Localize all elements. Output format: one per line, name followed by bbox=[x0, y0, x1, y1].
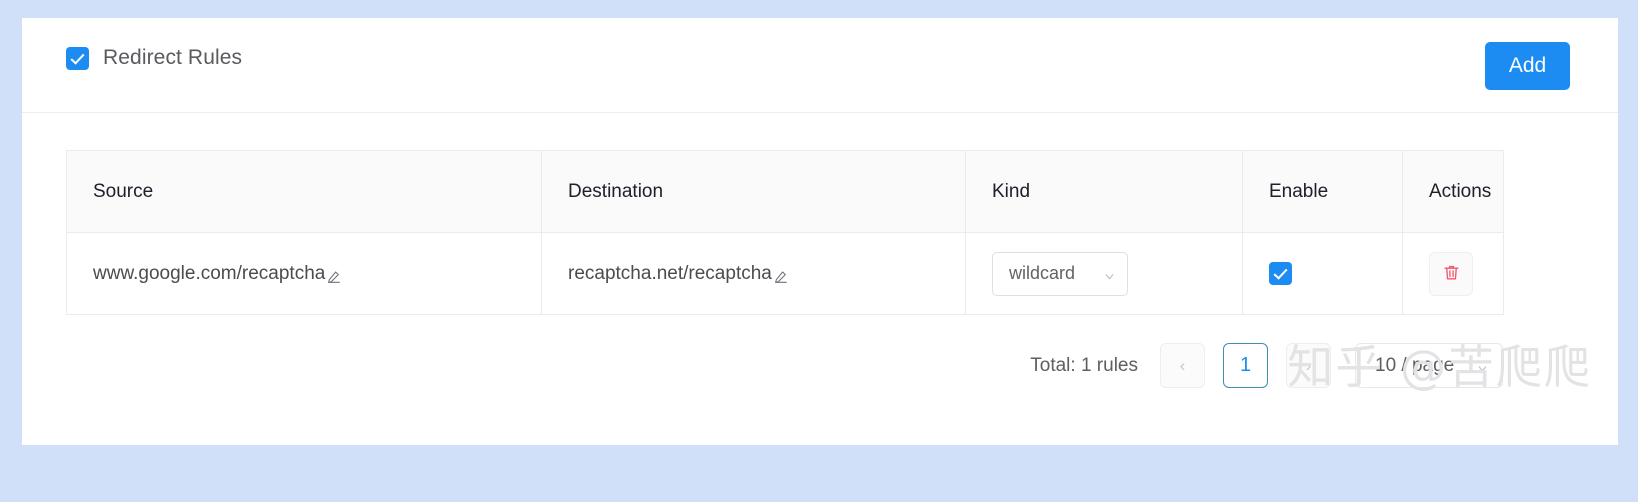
pagination-page-1[interactable]: 1 bbox=[1223, 343, 1268, 388]
page-title: Redirect Rules bbox=[103, 46, 243, 69]
destination-value-group: recaptcha.net/recaptcha bbox=[568, 263, 789, 285]
page-size-select[interactable]: 10 / page bbox=[1355, 343, 1503, 388]
source-value-group: www.google.com/recaptcha bbox=[93, 263, 342, 285]
chevron-down-icon bbox=[1476, 359, 1489, 372]
destination-value: recaptcha.net/recaptcha bbox=[568, 262, 772, 284]
pencil-icon[interactable] bbox=[326, 269, 342, 285]
source-value: www.google.com/recaptcha bbox=[93, 262, 326, 284]
cell-source: www.google.com/recaptcha bbox=[66, 232, 542, 315]
cell-actions bbox=[1402, 232, 1504, 315]
column-header-actions: Actions bbox=[1402, 150, 1504, 233]
column-header-destination: Destination bbox=[541, 150, 966, 233]
pagination-next-button[interactable]: › bbox=[1286, 343, 1331, 388]
row-enable-checkbox[interactable] bbox=[1269, 262, 1292, 285]
rules-table-wrapper: Source Destination Kind Enable Actions w… bbox=[66, 150, 1504, 315]
card-header: Redirect Rules Add bbox=[22, 18, 1618, 113]
cell-enable bbox=[1242, 232, 1403, 315]
pencil-icon[interactable] bbox=[773, 269, 789, 285]
delete-rule-button[interactable] bbox=[1429, 251, 1473, 296]
rules-table: Source Destination Kind Enable Actions w… bbox=[66, 150, 1504, 315]
table-header-row: Source Destination Kind Enable Actions bbox=[66, 150, 1504, 233]
column-header-kind: Kind bbox=[965, 150, 1243, 233]
pagination-total: Total: 1 rules bbox=[1030, 354, 1138, 376]
redirect-rules-enable-checkbox[interactable] bbox=[66, 46, 89, 70]
kind-select[interactable]: wildcard bbox=[992, 251, 1128, 296]
redirect-rules-card: Redirect Rules Add Source Destination Ki… bbox=[22, 18, 1618, 445]
table-row: www.google.com/recaptcha recaptcha.net/r… bbox=[66, 232, 1504, 315]
chevron-down-icon bbox=[1103, 267, 1116, 280]
column-header-enable: Enable bbox=[1242, 150, 1403, 233]
column-header-source: Source bbox=[66, 150, 542, 233]
trash-icon bbox=[1442, 263, 1461, 285]
pagination-prev-button[interactable]: ‹ bbox=[1160, 343, 1205, 388]
cell-destination: recaptcha.net/recaptcha bbox=[541, 232, 966, 315]
page-size-value: 10 / page bbox=[1375, 354, 1455, 376]
kind-select-value: wildcard bbox=[1009, 263, 1076, 283]
pagination: Total: 1 rules ‹ 1 › 10 / page bbox=[1030, 343, 1503, 388]
panel-toggle-group: Redirect Rules bbox=[66, 46, 242, 70]
add-button[interactable]: Add bbox=[1485, 42, 1570, 90]
cell-kind: wildcard bbox=[965, 232, 1243, 315]
